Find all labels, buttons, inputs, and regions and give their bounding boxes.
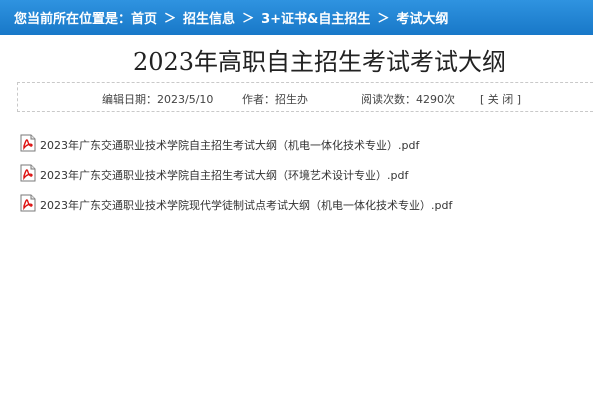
author: 作者：招生办	[242, 93, 308, 106]
edit-date: 编辑日期：2023/5/10	[102, 93, 214, 106]
attachment-link[interactable]: 2023年广东交通职业技术学院现代学徒制试点考试大纲（机电一体化技术专业）.pd…	[40, 197, 452, 213]
pdf-icon	[20, 194, 36, 212]
pdf-icon	[20, 134, 36, 152]
pdf-icon	[20, 164, 36, 182]
breadcrumb-link-syllabus[interactable]: 考试大纲	[396, 8, 448, 27]
attachment-list: 2023年广东交通职业技术学院自主招生考试大纲（机电一体化技术专业）.pdf 2…	[20, 133, 452, 223]
list-item: 2023年广东交通职业技术学院自主招生考试大纲（机电一体化技术专业）.pdf	[20, 133, 452, 153]
page-title: 2023年高职自主招生考试考试大纲	[132, 48, 507, 76]
breadcrumb-link-home[interactable]: 首页	[131, 8, 157, 27]
breadcrumb-separator-icon: ＞	[242, 11, 255, 25]
breadcrumb-separator-icon: ＞	[377, 11, 390, 25]
breadcrumb-link-certificate[interactable]: 3+证书&自主招生	[261, 8, 370, 27]
close-button[interactable]: [ 关 闭 ]	[480, 91, 521, 107]
breadcrumb-link-admissions[interactable]: 招生信息	[183, 8, 235, 27]
attachment-link[interactable]: 2023年广东交通职业技术学院自主招生考试大纲（机电一体化技术专业）.pdf	[40, 137, 419, 153]
breadcrumb: 您当前所在位置是： 首页 ＞ 招生信息 ＞ 3+证书&自主招生 ＞ 考试大纲	[0, 0, 593, 35]
list-item: 2023年广东交通职业技术学院现代学徒制试点考试大纲（机电一体化技术专业）.pd…	[20, 193, 452, 213]
breadcrumb-separator-icon: ＞	[164, 11, 177, 25]
list-item: 2023年广东交通职业技术学院自主招生考试大纲（环境艺术设计专业）.pdf	[20, 163, 452, 183]
breadcrumb-prefix: 您当前所在位置是：	[14, 12, 132, 27]
article-meta: 编辑日期：2023/5/10 作者：招生办 阅读次数：4290次 [ 关 闭 ]	[17, 82, 593, 112]
attachment-link[interactable]: 2023年广东交通职业技术学院自主招生考试大纲（环境艺术设计专业）.pdf	[40, 167, 408, 183]
view-count: 阅读次数：4290次	[361, 93, 455, 106]
